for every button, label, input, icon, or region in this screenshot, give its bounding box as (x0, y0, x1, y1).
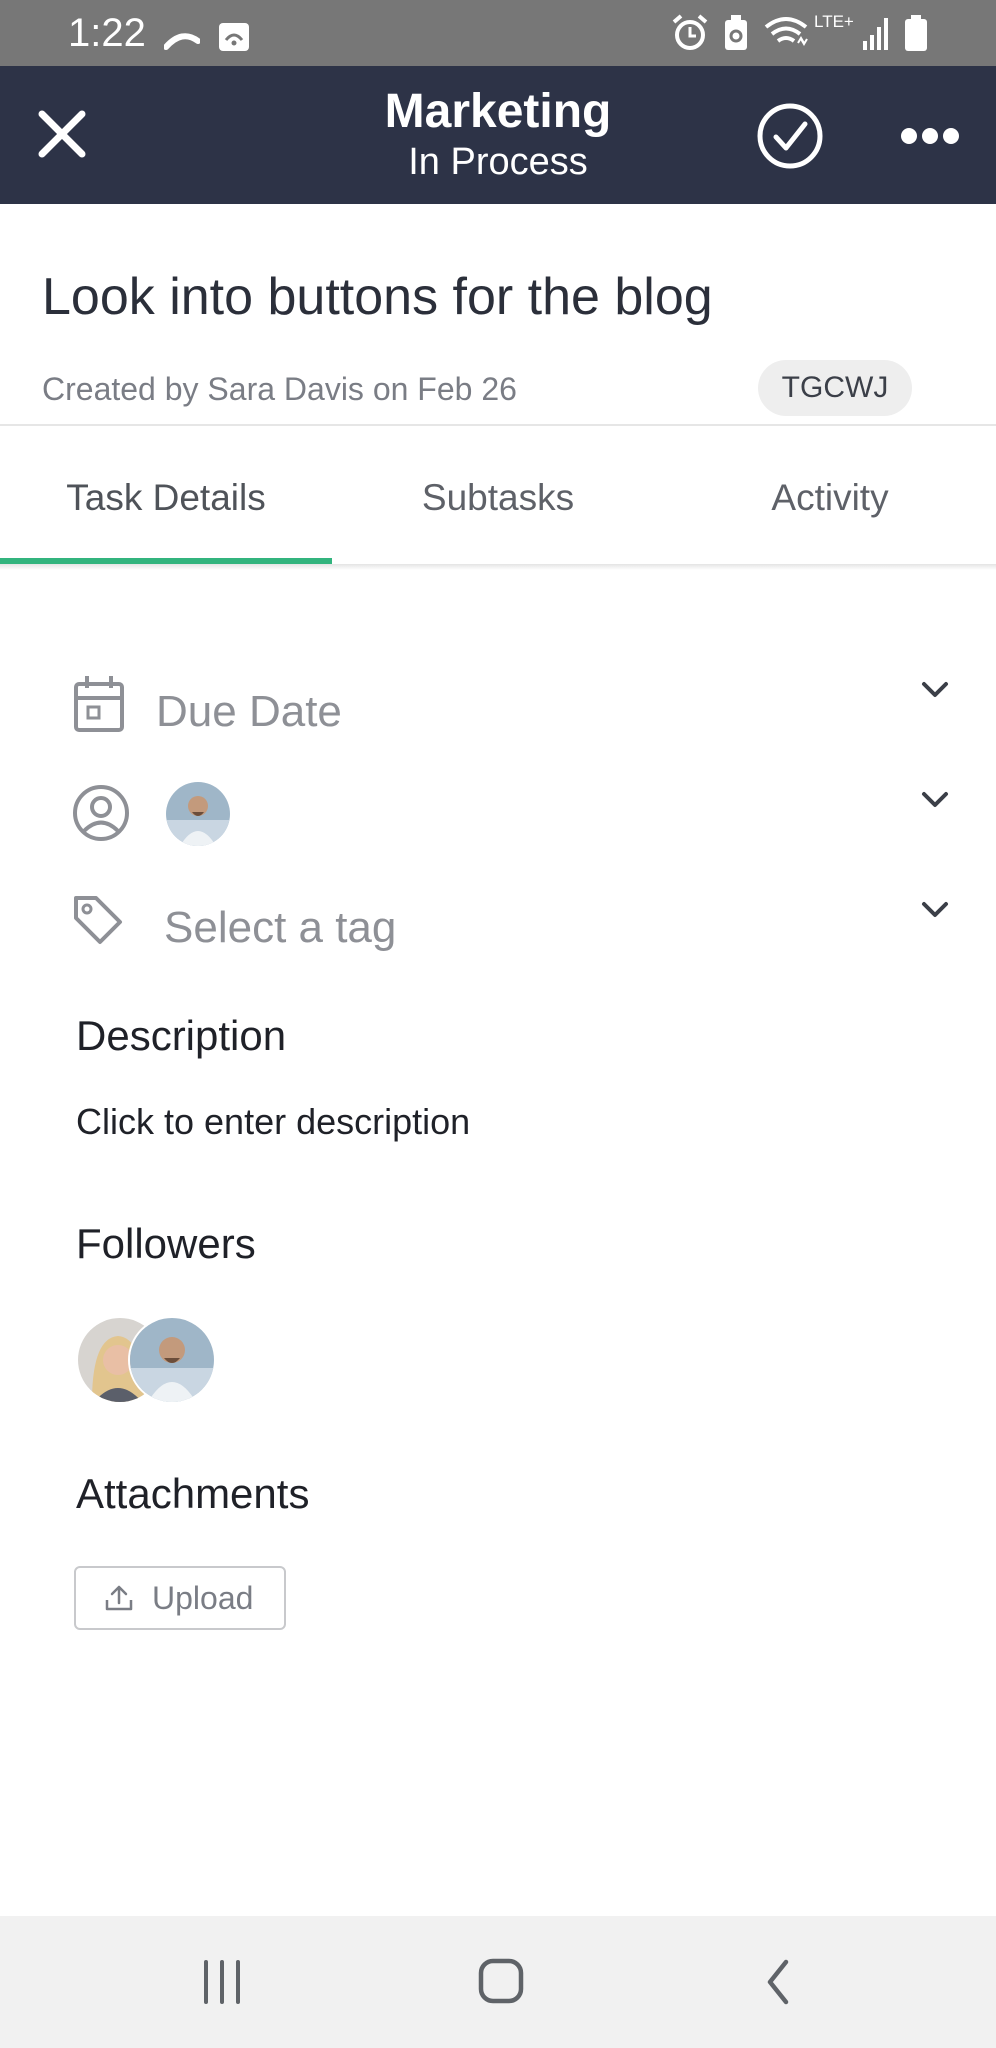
header-titles: Marketing In Process (0, 84, 996, 184)
status-bar: 1:22 LTE+ (0, 0, 996, 66)
description-input[interactable]: Click to enter description (76, 1096, 470, 1148)
wifi-icon (764, 17, 808, 46)
network-type: LTE+ (814, 12, 854, 31)
status-time: 1:22 (68, 11, 146, 55)
user-icon (73, 785, 129, 841)
tag-label: Select a tag (164, 903, 397, 952)
task-status: In Process (408, 141, 588, 183)
chevron-down-icon (922, 792, 948, 807)
system-nav-bar (0, 1916, 996, 2048)
tag-field[interactable]: Select a tag (0, 874, 996, 970)
tab-bar: Task Details Subtasks Activity (0, 426, 996, 566)
app-header: Marketing In Process (0, 66, 996, 204)
assignee-avatar (166, 782, 230, 846)
image-icon (219, 23, 249, 51)
follower-avatar[interactable] (128, 1316, 216, 1404)
tab-bar-shadow (0, 564, 996, 570)
cast-icon (164, 33, 200, 50)
back-icon[interactable] (742, 1952, 822, 2012)
battery-saver-icon (725, 15, 747, 50)
recents-icon[interactable] (182, 1952, 262, 2012)
tab-subtasks[interactable]: Subtasks (332, 426, 664, 566)
attachments-heading: Attachments (76, 1470, 310, 1517)
assignee-field[interactable] (0, 766, 996, 862)
home-icon[interactable] (460, 1952, 540, 2012)
upload-label: Upload (152, 1580, 254, 1616)
alarm-icon (672, 14, 708, 50)
chevron-down-icon (922, 682, 948, 697)
calendar-icon (74, 676, 124, 732)
tag-icon (74, 896, 122, 944)
tab-task-details[interactable]: Task Details (0, 426, 332, 566)
due-date-field[interactable]: Due Date (0, 652, 996, 748)
tab-activity[interactable]: Activity (664, 426, 996, 566)
project-title: Marketing (384, 85, 612, 138)
task-title[interactable]: Look into buttons for the blog (42, 262, 713, 332)
more-icon[interactable] (900, 124, 960, 148)
created-by-text: Created by Sara Davis on Feb 26 (42, 371, 517, 407)
followers-list[interactable] (76, 1316, 236, 1404)
battery-icon (905, 15, 927, 51)
task-id-badge: TGCWJ (758, 360, 912, 416)
upload-icon (105, 1585, 133, 1611)
upload-button[interactable]: Upload (74, 1566, 286, 1630)
signal-icon (863, 18, 888, 50)
description-heading: Description (76, 1012, 287, 1059)
check-circle-icon[interactable] (756, 102, 824, 170)
chevron-down-icon (922, 902, 948, 917)
due-date-label: Due Date (156, 687, 342, 736)
followers-heading: Followers (76, 1220, 256, 1267)
